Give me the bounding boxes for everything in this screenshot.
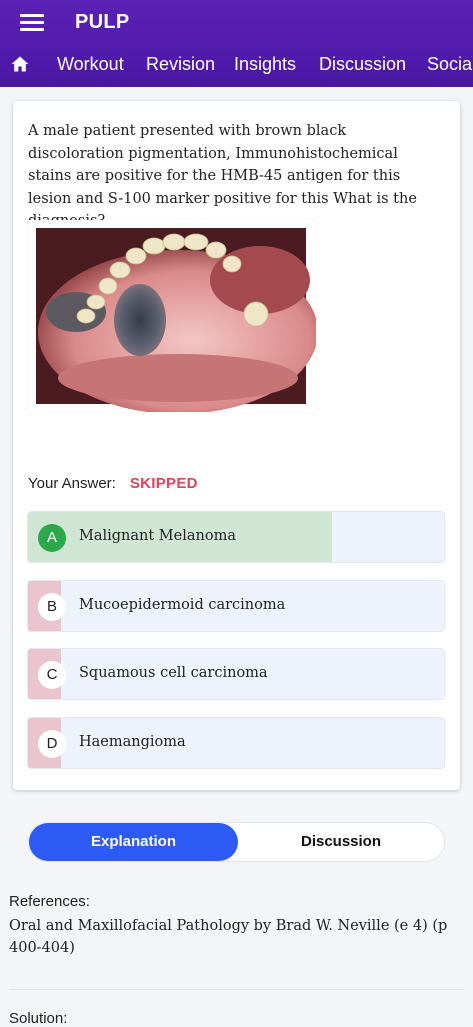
option-letter: C [38,661,66,689]
option-a[interactable]: A Malignant Melanoma [27,511,445,563]
question-card: A male patient presented with brown blac… [13,101,460,790]
option-letter: D [38,730,66,758]
tab-discussion[interactable]: Discussion [319,54,406,75]
divider [9,989,464,990]
option-text: Haemangioma [79,734,186,750]
option-text: Malignant Melanoma [79,528,236,544]
app-bar: PULP Workout Revision Insights Discussio… [0,0,473,87]
option-letter: B [38,593,66,621]
option-b[interactable]: B Mucoepidermoid carcinoma [27,580,445,632]
answer-status: SKIPPED [129,475,198,492]
question-text: A male patient presented with brown blac… [28,123,417,229]
solution-label: Solution: [9,1010,68,1027]
home-icon[interactable] [10,54,30,74]
tab-discussion-panel[interactable]: Discussion [238,823,444,861]
option-text: Squamous cell carcinoma [79,665,268,681]
option-c[interactable]: C Squamous cell carcinoma [27,648,445,700]
tab-workout[interactable]: Workout [57,54,124,75]
tab-explanation[interactable]: Explanation [29,823,238,861]
tab-insights[interactable]: Insights [234,54,296,75]
explanation-discussion-toggle: Explanation Discussion [28,822,445,862]
question-image [28,220,316,412]
your-answer-label: Your Answer: [28,475,116,492]
references-label: References: [9,893,90,910]
tab-social[interactable]: Social [427,54,473,75]
app-title: PULP [75,11,130,33]
references-text: Oral and Maxillofacial Pathology by Brad… [9,918,448,956]
option-letter: A [38,524,66,552]
your-answer: Your Answer: SKIPPED [28,475,198,492]
tab-revision[interactable]: Revision [146,54,215,75]
option-d[interactable]: D Haemangioma [27,717,445,769]
menu-icon[interactable] [20,14,44,32]
option-text: Mucoepidermoid carcinoma [79,597,286,613]
nav-tabs: Workout Revision Insights Discussion Soc… [0,46,473,84]
